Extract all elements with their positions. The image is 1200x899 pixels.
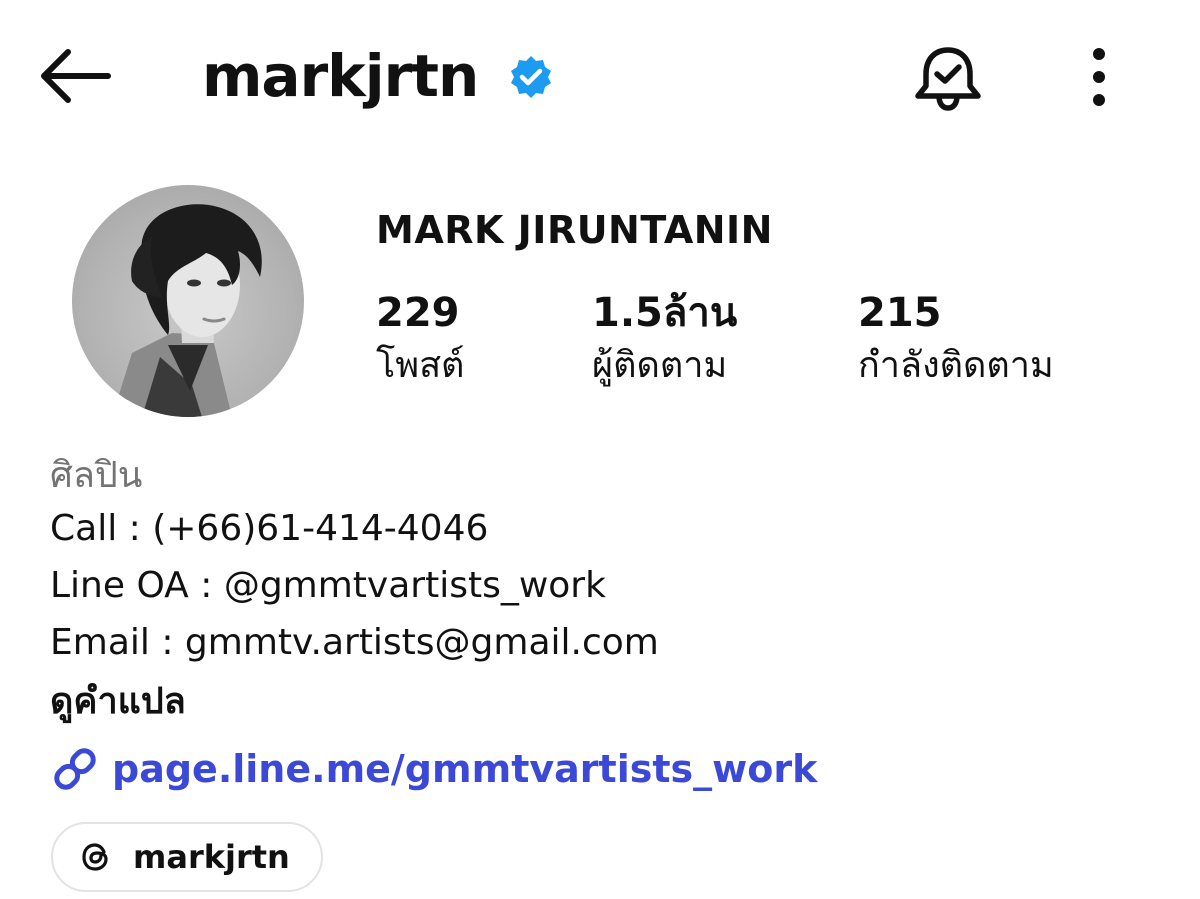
- arrow-left-icon: [41, 49, 111, 103]
- link-icon: [54, 748, 96, 790]
- followers-label: ผู้ติดตาม: [592, 345, 728, 386]
- profile-full-name: MARK JIRUNTANIN: [376, 208, 773, 252]
- following-label: กำลังติดตาม: [858, 345, 1054, 386]
- bio-line-line-oa: Line OA : @gmmtvartists_work: [50, 565, 606, 606]
- posts-label: โพสต์: [376, 345, 465, 386]
- posts-stat[interactable]: 229 โพสต์: [376, 290, 464, 390]
- more-vertical-icon: [1093, 48, 1105, 106]
- avatar[interactable]: [72, 185, 304, 417]
- profile-category: ศิลปิน: [50, 455, 143, 496]
- threads-username: markjrtn: [133, 838, 290, 876]
- back-button[interactable]: [36, 44, 116, 108]
- posts-count: 229: [376, 290, 460, 336]
- bio-line-email: Email : gmmtv.artists@gmail.com: [50, 622, 659, 663]
- threads-profile-button[interactable]: markjrtn: [51, 822, 323, 892]
- followers-stat[interactable]: 1.5ล้าน ผู้ติดตาม: [592, 290, 737, 390]
- followers-count: 1.5ล้าน: [592, 290, 738, 336]
- profile-link-text: page.line.me/gmmtvartists_work: [112, 747, 818, 791]
- profile-username: markjrtn: [202, 42, 479, 110]
- more-options-button[interactable]: [1076, 44, 1122, 110]
- bio-line-call: Call : (+66)61-414-4046: [50, 508, 489, 549]
- threads-icon: [82, 843, 108, 871]
- profile-link[interactable]: page.line.me/gmmtvartists_work: [50, 744, 817, 794]
- notifications-bell-button[interactable]: [910, 40, 986, 116]
- profile-photo: [112, 204, 262, 417]
- verified-badge-icon: [508, 54, 554, 100]
- following-stat[interactable]: 215 กำลังติดตาม: [858, 290, 1054, 390]
- see-translation-button[interactable]: ดูคำแปล: [50, 678, 186, 726]
- bell-check-icon: [915, 47, 981, 111]
- following-count: 215: [858, 290, 942, 336]
